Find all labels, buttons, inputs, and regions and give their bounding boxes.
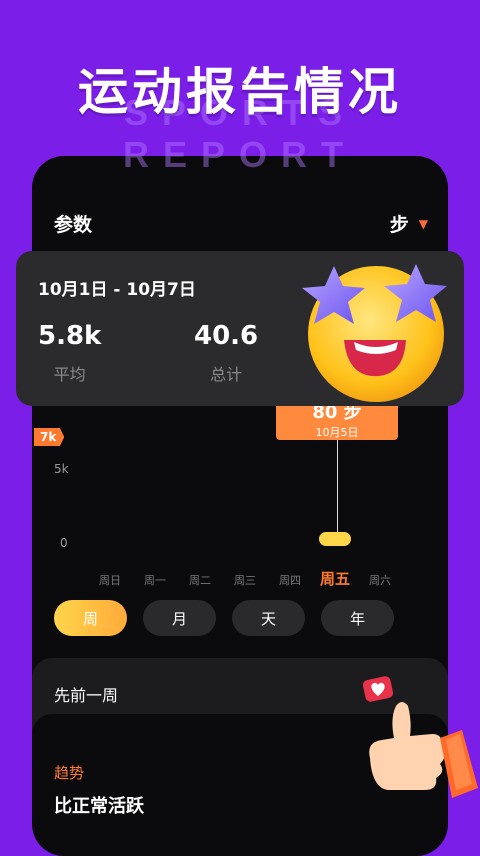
steps-chart: 7k 5k 0 80 步 10月5日 周日 周一 周二 周三 周四 周五 周六 (32, 394, 448, 596)
hero-title: 运动报告情况 (78, 63, 402, 121)
x-label-5: 周五 (319, 570, 350, 588)
param-label: 参数 (54, 214, 93, 236)
x-label-0: 周日 (99, 574, 121, 587)
tooltip-date: 10月5日 (315, 426, 359, 439)
x-label-4: 周四 (279, 574, 301, 587)
x-label-6: 周六 (369, 574, 391, 587)
period-day-button[interactable]: 天 (232, 600, 305, 636)
trend-text: 比正常活跃 (54, 796, 144, 817)
unit-dropdown[interactable]: 步 ▼ (390, 210, 428, 237)
y-max-flag: 7k (34, 428, 65, 446)
period-year-button[interactable]: 年 (321, 600, 394, 636)
average-label: 平均 (53, 365, 86, 384)
tooltip-line (337, 440, 338, 536)
period-week-button[interactable]: 周 (54, 600, 127, 636)
average-stat: 5.8k 平均 (38, 321, 101, 385)
x-label-1: 周一 (144, 574, 166, 587)
bar-5[interactable] (319, 532, 351, 546)
caret-down-icon: ▼ (418, 216, 428, 231)
y-tick-5k: 5k (54, 462, 69, 476)
unit-label: 步 (389, 214, 409, 236)
y-tick-0: 0 (60, 536, 68, 550)
total-value: 40.6 (194, 321, 259, 351)
total-stat: 40.6 总计 (194, 321, 258, 385)
date-range: 10月1日 - 10月7日 (38, 280, 196, 300)
total-label: 总计 (210, 365, 243, 384)
period-month-button[interactable]: 月 (143, 600, 216, 636)
star-eyes-emoji-icon (302, 264, 447, 402)
previous-week-label: 先前一周 (54, 686, 119, 705)
period-selector: 周 月 天 年 (54, 600, 394, 636)
thumbs-up-icon (369, 702, 478, 798)
x-label-3: 周三 (234, 574, 256, 587)
x-label-2: 周二 (189, 574, 211, 587)
average-value: 5.8k (38, 321, 102, 351)
trend-label: 趋势 (54, 764, 85, 782)
